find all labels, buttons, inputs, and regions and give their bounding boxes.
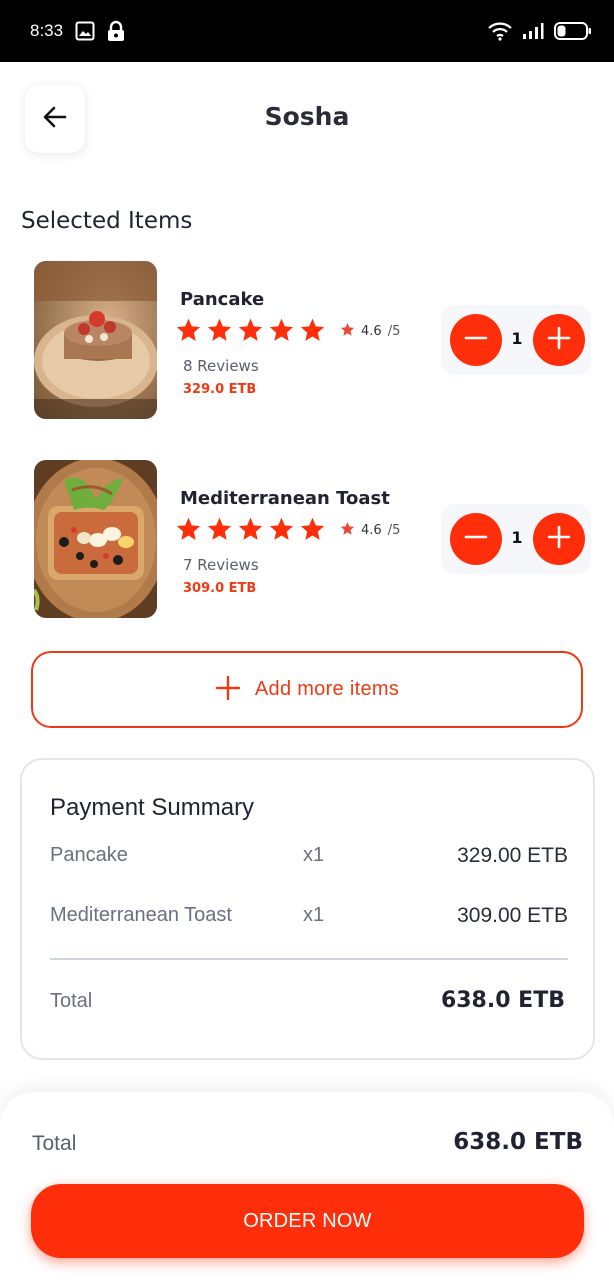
add-more-items-button[interactable]: Add more items — [31, 651, 583, 728]
increase-quantity-button[interactable] — [533, 513, 585, 565]
add-more-items-label: Add more items — [254, 678, 400, 700]
minus-icon — [463, 524, 489, 554]
summary-item-name: Mediterranean Toast — [50, 904, 232, 926]
status-time: 8:33 — [30, 21, 64, 40]
quantity-value: 1 — [511, 528, 523, 547]
wifi-icon — [488, 21, 512, 41]
rating-summary: 4.6 /5 — [340, 521, 400, 540]
star-icon — [268, 317, 295, 347]
rating-summary: 4.6 /5 — [340, 322, 400, 341]
plus-icon — [546, 325, 572, 355]
summary-item-price: 309.00 ETB — [457, 904, 568, 927]
star-icon — [237, 516, 264, 546]
list-item: Pancake 4.6 /5 8 Reviews 329.0 ETB 1 — [0, 261, 614, 421]
summary-item-qty: x1 — [303, 904, 325, 926]
rating-max: /5 — [387, 324, 401, 339]
quantity-stepper: 1 — [441, 504, 591, 574]
status-left: 8:33 — [30, 20, 125, 42]
summary-row: Pancake x1 329.00 ETB — [50, 844, 568, 874]
item-price: 309.0 ETB — [183, 581, 257, 596]
increase-quantity-button[interactable] — [533, 314, 585, 366]
lock-icon — [107, 20, 125, 42]
summary-item-price: 329.00 ETB — [457, 844, 568, 867]
star-icon — [175, 317, 202, 347]
star-icon — [237, 317, 264, 347]
plus-icon — [546, 524, 572, 554]
image-icon — [75, 21, 95, 41]
list-item: Mediterranean Toast 4.6 /5 7 Reviews 309… — [0, 460, 614, 620]
item-name: Mediterranean Toast — [180, 488, 390, 509]
item-name: Pancake — [180, 289, 265, 310]
star-icon — [340, 521, 355, 540]
section-title: Selected Items — [21, 208, 193, 234]
page-title: Sosha — [264, 102, 350, 131]
signal-icon — [522, 22, 544, 40]
star-icon — [206, 317, 233, 347]
summary-row: Mediterranean Toast x1 309.00 ETB — [50, 904, 568, 934]
status-bar: 8:33 — [0, 0, 614, 62]
status-right — [488, 21, 592, 41]
star-icon — [299, 317, 326, 347]
item-image-mediterranean-toast — [34, 460, 157, 618]
review-count: 8 Reviews — [183, 357, 259, 375]
star-icon — [340, 322, 355, 341]
item-image-pancake — [34, 261, 157, 419]
star-icon — [299, 516, 326, 546]
summary-divider — [50, 958, 568, 960]
summary-total-label: Total — [50, 990, 93, 1012]
star-icon — [268, 516, 295, 546]
review-count: 7 Reviews — [183, 556, 259, 574]
rating-max: /5 — [387, 523, 401, 538]
summary-item-name: Pancake — [50, 844, 128, 866]
item-price: 329.0 ETB — [183, 382, 257, 397]
rating-stars — [175, 317, 326, 347]
order-now-label: ORDER NOW — [243, 1209, 372, 1232]
battery-icon — [554, 21, 592, 41]
checkout-total-label: Total — [32, 1132, 77, 1155]
quantity-stepper: 1 — [441, 305, 591, 375]
payment-summary-title: Payment Summary — [50, 794, 255, 821]
quantity-value: 1 — [511, 329, 523, 348]
star-icon — [206, 516, 233, 546]
payment-summary-card: Payment Summary Pancake x1 329.00 ETB Me… — [20, 758, 595, 1060]
checkout-bar: Total 638.0 ETB ORDER NOW — [0, 1092, 614, 1280]
decrease-quantity-button[interactable] — [450, 513, 502, 565]
summary-item-qty: x1 — [303, 844, 325, 866]
rating-stars — [175, 516, 326, 546]
star-icon — [175, 516, 202, 546]
rating-value: 4.6 — [361, 523, 382, 538]
summary-total-value: 638.0 ETB — [440, 988, 565, 1013]
checkout-total-value: 638.0 ETB — [453, 1129, 583, 1155]
order-now-button[interactable]: ORDER NOW — [31, 1184, 584, 1258]
plus-icon — [215, 675, 241, 705]
minus-icon — [463, 325, 489, 355]
rating-value: 4.6 — [361, 324, 382, 339]
decrease-quantity-button[interactable] — [450, 314, 502, 366]
